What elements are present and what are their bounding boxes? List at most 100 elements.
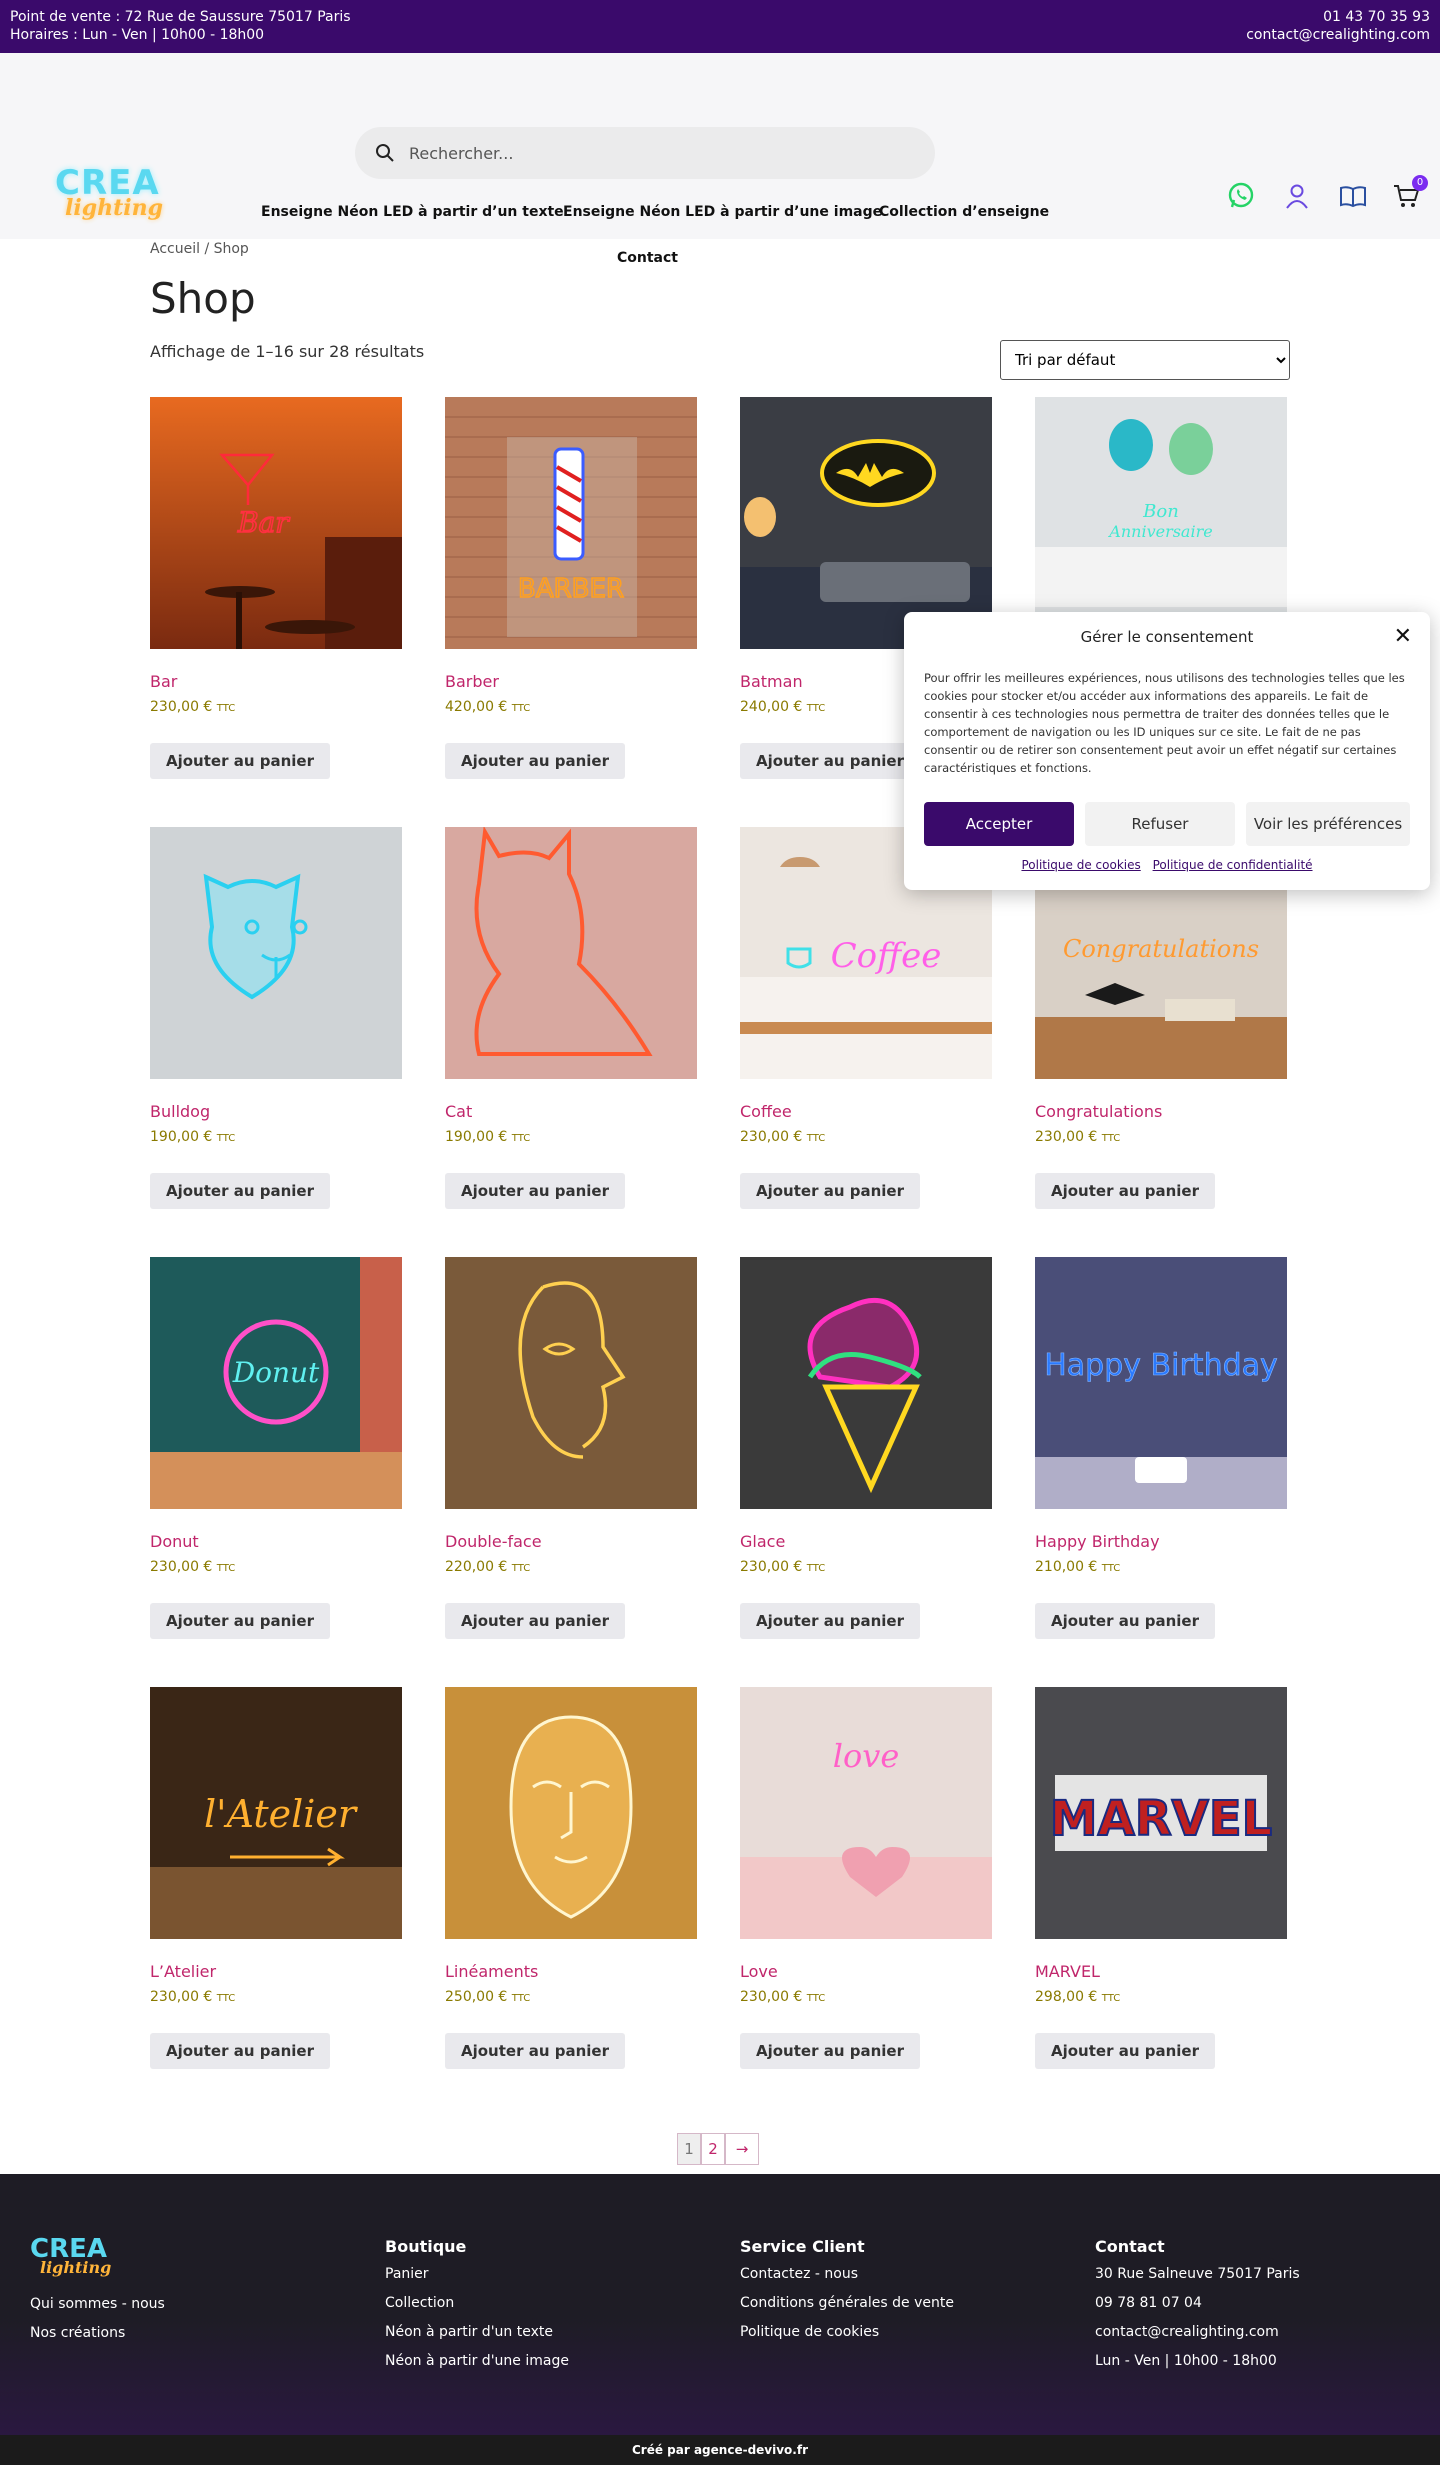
footer-link-about[interactable]: Qui sommes - nous [30,2290,165,2319]
nav-contact[interactable]: Contact [617,250,678,266]
store-hours: Horaires : Lun - Ven | 10h00 - 18h00 [10,27,265,43]
add-to-cart-button[interactable]: Ajouter au panier [740,1603,920,1639]
product-name[interactable]: Barber [445,672,499,691]
product-price: 230,00 € TTC [150,699,236,715]
user-icon[interactable] [1282,181,1312,211]
sort-select[interactable]: Tri par défaut [1000,340,1290,380]
add-to-cart-button[interactable]: Ajouter au panier [150,1173,330,1209]
footer-email[interactable]: contact@crealighting.com [1095,2318,1300,2347]
add-to-cart-button[interactable]: Ajouter au panier [150,743,330,779]
product-image[interactable] [445,1687,697,1939]
product-name[interactable]: Bar [150,672,177,691]
footer-link[interactable]: Néon à partir d'une image [385,2347,569,2376]
email-link[interactable]: contact@crealighting.com [1246,26,1430,44]
product-image[interactable]: Donut [150,1257,402,1509]
add-to-cart-button[interactable]: Ajouter au panier [740,1173,920,1209]
footer-heading-service: Service Client [740,2237,865,2256]
close-icon[interactable]: ✕ [1394,624,1412,649]
site-header: CREA lighting Enseigne Néon LED à partir… [0,53,1440,266]
cookie-consent-dialog: Gérer le consentement ✕ Pour offrir les … [904,612,1430,890]
product-image[interactable] [445,1257,697,1509]
add-to-cart-button[interactable]: Ajouter au panier [445,1603,625,1639]
add-to-cart-button[interactable]: Ajouter au panier [1035,2033,1215,2069]
footer-link[interactable]: Panier [385,2260,569,2289]
add-to-cart-button[interactable]: Ajouter au panier [1035,1173,1215,1209]
page-2[interactable]: 2 [701,2133,725,2165]
product-price: 230,00 € TTC [740,1129,826,1145]
add-to-cart-button[interactable]: Ajouter au panier [740,2033,920,2069]
product-image[interactable]: Bar [150,397,402,649]
product-name[interactable]: L’Atelier [150,1962,216,1981]
search-icon [376,144,394,162]
nav-neon-image[interactable]: Enseigne Néon LED à partir d’une image [563,204,882,220]
add-to-cart-button[interactable]: Ajouter au panier [740,743,920,779]
footer-contact: Contact 30 Rue Salneuve 75017 Paris 09 7… [1095,2234,1300,2376]
site-logo[interactable]: CREA lighting [55,163,163,229]
product-name[interactable]: Batman [740,672,803,691]
product-name[interactable]: Bulldog [150,1102,210,1121]
footer-link[interactable]: Politique de cookies [740,2318,954,2347]
neon-text-bar: Bar [237,506,290,539]
add-to-cart-button[interactable]: Ajouter au panier [1035,1603,1215,1639]
footer-link[interactable]: Contactez - nous [740,2260,954,2289]
product-image[interactable]: love [740,1687,992,1939]
product-price: 220,00 € TTC [445,1559,531,1575]
product-price: 230,00 € TTC [740,1559,826,1575]
search-input[interactable] [409,143,889,163]
phone-link[interactable]: 01 43 70 35 93 [1246,8,1430,26]
product-name[interactable]: Happy Birthday [1035,1532,1160,1551]
product-name[interactable]: Cat [445,1102,472,1121]
footer-credit[interactable]: Créé par agence-devivo.fr [0,2435,1440,2465]
product-name[interactable]: Donut [150,1532,199,1551]
preferences-button[interactable]: Voir les préférences [1246,802,1410,846]
add-to-cart-button[interactable]: Ajouter au panier [150,1603,330,1639]
footer-link[interactable]: Collection [385,2289,569,2318]
product-name[interactable]: Linéaments [445,1962,538,1981]
product-image[interactable] [150,827,402,1079]
footer-logo[interactable]: CREA lighting [30,2234,111,2277]
product-image[interactable] [740,1257,992,1509]
neon-text-love: love [833,1737,900,1775]
results-count: Affichage de 1–16 sur 28 résultats [150,342,425,361]
product-name[interactable]: Double-face [445,1532,542,1551]
product-image[interactable]: MARVEL [1035,1687,1287,1939]
add-to-cart-button[interactable]: Ajouter au panier [445,743,625,779]
book-icon[interactable] [1338,181,1368,211]
footer-link-creations[interactable]: Nos créations [30,2319,165,2348]
accept-button[interactable]: Accepter [924,802,1074,846]
store-address: Point de vente : 72 Rue de Saussure 7501… [10,9,351,25]
nav-collection[interactable]: Collection d’enseigne [879,204,1049,220]
footer-phone[interactable]: 09 78 81 07 04 [1095,2289,1300,2318]
add-to-cart-button[interactable]: Ajouter au panier [445,2033,625,2069]
product-price: 230,00 € TTC [740,1989,826,2005]
product-image[interactable]: BARBER [445,397,697,649]
product-name[interactable]: Congratulations [1035,1102,1162,1121]
privacy-policy-link[interactable]: Politique de confidentialité [1153,858,1313,872]
refuse-button[interactable]: Refuser [1085,802,1235,846]
product-name[interactable]: Glace [740,1532,785,1551]
neon-text-bon: Bon [1142,501,1179,522]
site-footer: CREA lighting Qui sommes - nous Nos créa… [0,2174,1440,2435]
footer-link[interactable]: Conditions générales de vente [740,2289,954,2318]
product-price: 240,00 € TTC [740,699,826,715]
product-card: love Love 230,00 € TTC Ajouter au panier [740,1687,992,2069]
product-name[interactable]: MARVEL [1035,1962,1100,1981]
product-image[interactable]: Happy Birthday [1035,1257,1287,1509]
product-name[interactable]: Love [740,1962,778,1981]
neon-text-atelier: l'Atelier [204,1792,359,1836]
search-bar[interactable] [355,127,935,179]
product-name[interactable]: Coffee [740,1102,792,1121]
product-card: Double-face 220,00 € TTC Ajouter au pani… [445,1257,697,1639]
footer-link[interactable]: Néon à partir d'un texte [385,2318,569,2347]
nav-neon-text[interactable]: Enseigne Néon LED à partir d’un texte [261,204,564,220]
add-to-cart-button[interactable]: Ajouter au panier [150,2033,330,2069]
breadcrumb[interactable]: Accueil / Shop [150,241,249,257]
cart-icon[interactable]: 0 [1392,175,1428,211]
footer-service: Service Client Contactez - nous Conditio… [740,2234,954,2347]
product-image[interactable]: l'Atelier [150,1687,402,1939]
next-page-arrow[interactable]: → [725,2133,759,2165]
whatsapp-icon[interactable] [1226,181,1256,211]
product-image[interactable] [445,827,697,1079]
cookie-policy-link[interactable]: Politique de cookies [1021,858,1140,872]
add-to-cart-button[interactable]: Ajouter au panier [445,1173,625,1209]
